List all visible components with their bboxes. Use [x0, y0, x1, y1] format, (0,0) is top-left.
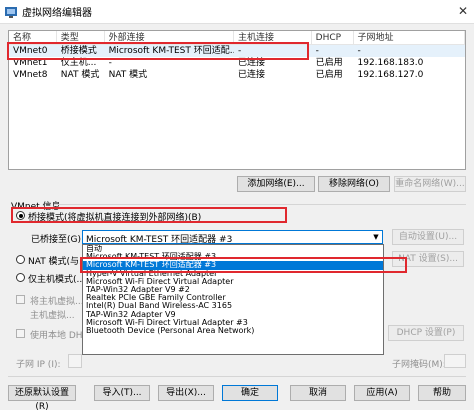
connect-adapter-checkbox[interactable]: [16, 295, 25, 304]
cell: 已启用: [315, 70, 343, 80]
rename-network-button[interactable]: 重命名网络(W)...: [394, 176, 466, 192]
use-dhcp-checkbox[interactable]: [16, 329, 25, 338]
help-button[interactable]: 帮助: [418, 385, 466, 401]
header-external[interactable]: 外部连接: [105, 31, 235, 44]
table-row[interactable]: VMnet8 NAT 模式 NAT 模式 已连接 已启用 192.168.127…: [9, 69, 465, 81]
nat-settings-button[interactable]: NAT 设置(S)...: [392, 251, 464, 267]
ok-button[interactable]: 确定: [222, 385, 278, 401]
header-subnet[interactable]: 子网地址: [354, 31, 465, 44]
cell: 桥接模式: [60, 46, 97, 56]
subnet-mask-input[interactable]: [444, 354, 466, 368]
window-title: 虚拟网络编辑器: [22, 8, 92, 19]
cell: -: [357, 46, 361, 56]
connect-adapter-label: 将主机虚拟...: [30, 297, 84, 307]
adapter-dropdown-list[interactable]: 自动 Microsoft KM-TEST 环回适配器 #3 Microsoft …: [82, 244, 384, 355]
cell: VMnet1: [13, 58, 48, 68]
nat-label[interactable]: NAT 模式(与...: [28, 254, 88, 267]
cell: 192.168.127.0: [357, 70, 424, 80]
adapter-name-label: 主机虚拟...: [30, 311, 75, 321]
cell: 已启用: [315, 58, 343, 68]
cell: -: [108, 58, 112, 68]
subnet-mask-label: 子网掩码(M):: [392, 360, 446, 370]
auto-settings-button[interactable]: 自动设置(U)...: [392, 229, 464, 245]
apply-button[interactable]: 应用(A): [354, 385, 410, 401]
bridged-radio[interactable]: [16, 211, 25, 220]
title-bar: 虚拟网络编辑器 ✕: [0, 0, 474, 24]
bridged-label[interactable]: 桥接模式(将虚拟机直接连接到外部网络)(B): [28, 210, 201, 223]
add-network-button[interactable]: 添加网络(E)...: [237, 176, 315, 192]
header-host[interactable]: 主机连接: [234, 31, 312, 44]
host-only-radio[interactable]: [16, 273, 25, 282]
nat-radio[interactable]: [16, 255, 25, 264]
cell: 仅主机...: [60, 58, 97, 68]
header-type[interactable]: 类型: [57, 31, 105, 44]
cell: NAT 模式: [60, 70, 100, 80]
cell: 已连接: [238, 58, 266, 68]
subnet-ip-label: 子网 IP (I):: [16, 360, 61, 370]
cell: VMnet0: [13, 46, 48, 56]
restore-defaults-button[interactable]: 还原默认设置(R): [8, 385, 76, 410]
cell: NAT 模式: [108, 70, 148, 80]
cell: Microsoft KM-TEST 环回适配...: [108, 46, 235, 56]
dropdown-option[interactable]: Bluetooth Device (Personal Area Network): [83, 326, 383, 335]
remove-network-button[interactable]: 移除网络(O): [318, 176, 390, 192]
table-row[interactable]: VMnet1 仅主机... - 已连接 已启用 192.168.183.0: [9, 57, 465, 69]
divider: [8, 376, 466, 377]
bridged-to-label: 已桥接至(G):: [31, 235, 85, 245]
chevron-down-icon[interactable]: ▼: [370, 231, 382, 243]
cancel-button[interactable]: 取消: [290, 385, 346, 401]
bridged-adapter-select[interactable]: Microsoft KM-TEST 环回适配器 #3 ▼: [82, 230, 383, 245]
import-button[interactable]: 导入(T)...: [94, 385, 150, 401]
header-dhcp[interactable]: DHCP: [312, 31, 354, 44]
network-list[interactable]: 名称 类型 外部连接 主机连接 DHCP 子网地址 VMnet0 桥接模式 Mi…: [8, 30, 466, 170]
network-editor-icon: [5, 6, 17, 18]
subnet-ip-input[interactable]: [68, 354, 82, 368]
export-button[interactable]: 导出(X)...: [158, 385, 214, 401]
dhcp-settings-button[interactable]: DHCP 设置(P): [388, 325, 464, 341]
list-header: 名称 类型 外部连接 主机连接 DHCP 子网地址: [9, 31, 465, 45]
header-name[interactable]: 名称: [9, 31, 57, 44]
cell: -: [315, 46, 319, 56]
table-row[interactable]: VMnet0 桥接模式 Microsoft KM-TEST 环回适配... - …: [9, 45, 465, 57]
cell: 已连接: [238, 70, 266, 80]
cell: -: [238, 46, 242, 56]
close-icon[interactable]: ✕: [458, 4, 468, 18]
cell: VMnet8: [13, 70, 48, 80]
divider: [54, 204, 466, 205]
cell: 192.168.183.0: [357, 58, 424, 68]
host-only-label[interactable]: 仅主机模式(...: [28, 272, 85, 285]
